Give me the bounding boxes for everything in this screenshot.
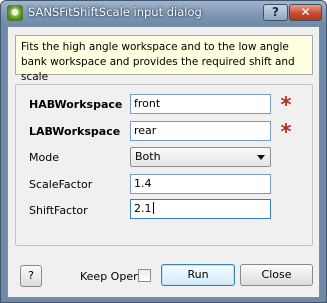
scale-factor-value: 1.4 xyxy=(134,177,152,190)
dialog-window: SANSFitShiftScale input dialog ? ✕ Fits … xyxy=(0,0,327,303)
hab-required-icon: * xyxy=(280,93,292,117)
dialog-client-area: Fits the high angle workspace and to the… xyxy=(7,26,320,298)
lab-required-icon: * xyxy=(280,120,292,144)
keep-open-label: Keep Open xyxy=(80,270,141,283)
titlebar-help-button[interactable]: ? xyxy=(263,4,288,21)
scale-factor-input[interactable]: 1.4 xyxy=(130,174,271,194)
text-caret xyxy=(152,202,154,214)
titlebar-close-button[interactable]: ✕ xyxy=(289,4,322,21)
title-bar[interactable]: SANSFitShiftScale input dialog ? ✕ xyxy=(1,1,326,25)
mode-label: Mode xyxy=(29,151,59,164)
shift-factor-value: 2.1 xyxy=(134,202,152,215)
mode-select[interactable]: Both xyxy=(130,147,271,167)
close-button[interactable]: Close xyxy=(240,264,313,286)
scale-factor-label: ScaleFactor xyxy=(29,178,93,191)
algorithm-description: Fits the high angle workspace and to the… xyxy=(15,35,313,83)
lab-workspace-value: rear xyxy=(134,124,157,137)
keep-open-checkbox[interactable] xyxy=(138,269,151,282)
lab-workspace-input[interactable]: rear xyxy=(130,121,271,141)
shift-factor-label: ShiftFactor xyxy=(29,204,88,217)
chevron-down-icon xyxy=(257,155,265,160)
shift-factor-input[interactable]: 2.1 xyxy=(130,199,271,219)
lab-workspace-label: LABWorkspace xyxy=(29,125,121,138)
help-button[interactable]: ? xyxy=(20,265,42,287)
hab-workspace-value: front xyxy=(134,97,161,110)
hab-workspace-input[interactable]: front xyxy=(130,94,271,114)
run-button[interactable]: Run xyxy=(161,264,235,286)
mantid-app-icon xyxy=(7,5,23,21)
hab-workspace-label: HABWorkspace xyxy=(29,98,123,111)
mode-selected-value: Both xyxy=(135,150,161,163)
window-title: SANSFitShiftScale input dialog xyxy=(28,5,202,19)
